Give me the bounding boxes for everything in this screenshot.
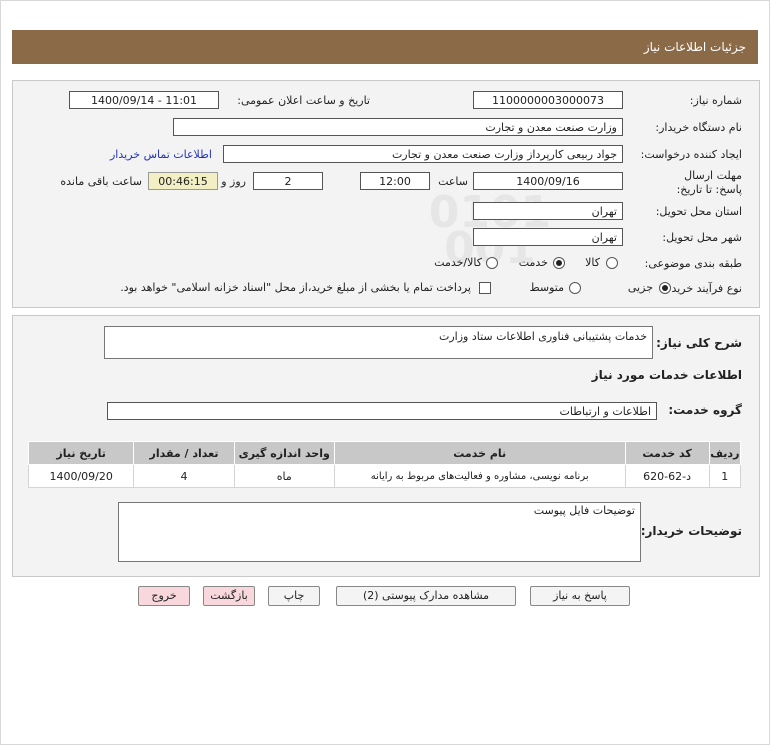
buyer-contact-link[interactable]: اطلاعات تماس خریدار: [110, 148, 212, 161]
purchase-medium-label: متوسط: [529, 281, 564, 294]
category-service-label: خدمت: [518, 256, 548, 269]
need-info-panel: [12, 80, 760, 308]
days-label: روز و: [221, 175, 246, 188]
cell-qty: 4: [133, 464, 235, 488]
need-number-label: شماره نیاز:: [689, 94, 742, 107]
table-row: 1 د-62-620 برنامه نویسی، مشاوره و فعالیت…: [27, 464, 742, 488]
summary-label: شرح کلی نیاز:: [656, 336, 742, 350]
col-row-header: ردیف: [708, 441, 742, 465]
service-group-label: گروه خدمت:: [668, 403, 742, 417]
cell-row: 1: [708, 464, 742, 488]
province-label: استان محل تحویل:: [655, 205, 742, 218]
buyer-org-label: نام دستگاه خریدار:: [655, 121, 742, 134]
col-code-header: کد خدمت: [624, 441, 710, 465]
need-number-field: 1100000003000073: [473, 91, 623, 109]
requester-label: ایجاد کننده درخواست:: [640, 148, 742, 161]
cell-date: 1400/09/20: [27, 464, 135, 488]
remaining-time-field: 00:46:15: [148, 172, 218, 190]
print-button[interactable]: چاپ: [268, 586, 320, 606]
purchase-small-radio[interactable]: [659, 282, 671, 294]
purchase-small-label: جزیی: [627, 281, 653, 294]
services-heading: اطلاعات خدمات مورد نیاز: [591, 368, 742, 382]
category-label: طبقه بندی موضوعی:: [644, 257, 742, 270]
announce-field: 1400/09/14 - 11:01: [69, 91, 219, 109]
deadline-label: مهلت ارسال پاسخ: تا تاریخ:: [676, 169, 742, 196]
deadline-date-field: 1400/09/16: [473, 172, 623, 190]
remaining-label: ساعت باقی مانده: [60, 175, 142, 188]
category-both-radio[interactable]: [486, 257, 498, 269]
col-unit-header: واحد اندازه گیری: [233, 441, 335, 465]
purchase-type-label: نوع فرآیند خرید :: [664, 282, 742, 295]
treasury-payment-checkbox[interactable]: [479, 282, 491, 294]
category-goods-radio[interactable]: [606, 257, 618, 269]
buyer-org-field: وزارت صنعت معدن و تجارت: [173, 118, 623, 136]
table-header-row: ردیف کد خدمت نام خدمت واحد اندازه گیری ت…: [27, 441, 742, 465]
service-group-field: اطلاعات و ارتباطات: [107, 402, 657, 420]
category-service-radio[interactable]: [553, 257, 565, 269]
cell-code: د-62-620: [624, 464, 710, 488]
cell-name: برنامه نویسی، مشاوره و فعالیت‌های مربوط …: [333, 464, 626, 488]
services-table: ردیف کد خدمت نام خدمت واحد اندازه گیری ت…: [27, 441, 742, 488]
category-goods-label: کالا: [585, 256, 600, 269]
col-name-header: نام خدمت: [333, 441, 626, 465]
treasury-payment-note: پرداخت تمام یا بخشی از مبلغ خرید،از محل …: [120, 281, 471, 294]
province-field: تهران: [473, 202, 623, 220]
view-attachments-button[interactable]: مشاهده مدارک پیوستی (2): [336, 586, 516, 606]
summary-field: خدمات پشتیبانی فناوری اطلاعات ستاد وزارت: [104, 326, 653, 359]
purchase-medium-radio[interactable]: [569, 282, 581, 294]
city-field: تهران: [473, 228, 623, 246]
time-label: ساعت: [438, 175, 468, 188]
exit-button[interactable]: خروج: [138, 586, 190, 606]
days-field: 2: [253, 172, 323, 190]
title-bar: جزئیات اطلاعات نیاز: [12, 30, 758, 64]
buyer-notes-field: توضیحات فایل پیوست: [118, 502, 641, 562]
col-qty-header: تعداد / مقدار: [133, 441, 235, 465]
back-button[interactable]: بازگشت: [203, 586, 255, 606]
buyer-notes-label: توضیحات خریدار:: [640, 524, 742, 538]
col-date-header: تاریخ نیاز: [27, 441, 135, 465]
city-label: شهر محل تحویل:: [662, 231, 742, 244]
announce-label: تاریخ و ساعت اعلان عمومی:: [237, 94, 370, 107]
requester-field: جواد ربیعی کارپرداز وزارت صنعت معدن و تج…: [223, 145, 623, 163]
category-both-label: کالا/خدمت: [434, 256, 482, 269]
deadline-time-field: 12:00: [360, 172, 430, 190]
reply-button[interactable]: پاسخ به نیاز: [530, 586, 630, 606]
cell-unit: ماه: [233, 464, 335, 488]
page-title: جزئیات اطلاعات نیاز: [643, 40, 746, 54]
